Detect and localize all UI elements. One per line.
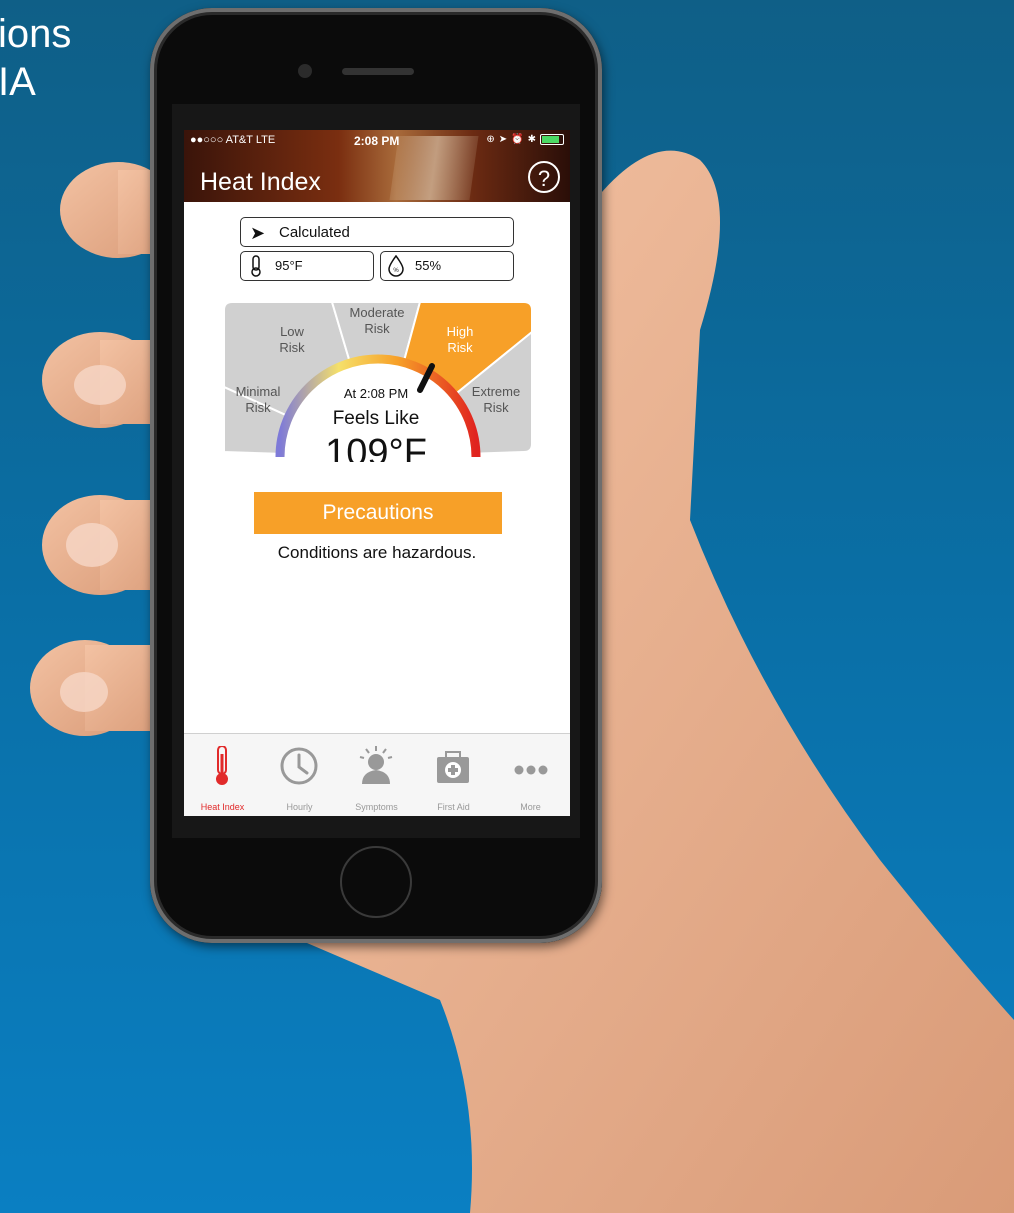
feels-like-label: Feels Like (333, 408, 420, 429)
status-time: 2:08 PM (354, 134, 400, 148)
tab-label-symptoms: Symptoms (355, 802, 398, 812)
segment-label-high-2: Risk (447, 340, 473, 355)
segment-label-extreme-2: Risk (483, 400, 509, 415)
location-lock-icon: ⊕ (486, 134, 495, 145)
location-arrow-icon: ➤ (250, 223, 266, 243)
help-button[interactable]: ? (528, 161, 560, 193)
tab-heat-index[interactable]: Heat Index (184, 734, 261, 816)
humidity-value: 55% (415, 258, 442, 273)
segment-label-moderate-1: Moderate (350, 305, 405, 320)
tab-label-first-aid: First Aid (437, 802, 470, 812)
conditions-text: Conditions are hazardous. (277, 543, 477, 562)
tab-label-heat-index: Heat Index (200, 802, 245, 812)
front-camera (298, 64, 312, 78)
risk-gauge: Minimal Risk Low Risk Moderate Risk High… (224, 302, 532, 462)
segment-label-low-1: Low (280, 324, 304, 339)
thermometer-background-image (389, 136, 479, 200)
clock-icon (280, 747, 318, 785)
app-header: ●●○○○ AT&T LTE 2:08 PM ⊕ ➤ ⏰ ✱ Heat Inde… (184, 130, 570, 202)
tab-hourly[interactable]: Hourly (261, 734, 338, 816)
thermometer-icon (216, 746, 228, 785)
feels-like-value: 109°F (325, 432, 427, 462)
earpiece-speaker (342, 68, 414, 75)
temperature-value: 95°F (275, 258, 303, 273)
tab-more[interactable]: More (492, 734, 569, 816)
battery-icon (540, 134, 564, 145)
gauge-time-label: At 2:08 PM (344, 386, 408, 401)
precautions-button[interactable]: Precautions (254, 492, 502, 534)
page-title: Heat Index (200, 168, 321, 196)
status-carrier: ●●○○○ AT&T LTE (190, 134, 276, 146)
alarm-icon: ⏰ (511, 134, 524, 145)
segment-label-low-2: Risk (279, 340, 305, 355)
thermometer-icon (251, 255, 261, 277)
home-button[interactable] (340, 846, 412, 918)
tab-label-more: More (520, 802, 541, 812)
temperature-field[interactable]: 95°F (240, 251, 374, 281)
tab-symptoms[interactable]: Symptoms (338, 734, 415, 816)
segment-label-moderate-2: Risk (364, 321, 390, 336)
location-arrow-icon: ➤ (498, 134, 508, 145)
humidity-field[interactable]: % 55% (380, 251, 514, 281)
location-selector[interactable]: ➤ Calculated (240, 217, 514, 247)
segment-label-minimal-1: Minimal (236, 384, 281, 399)
humidity-drop-icon: % (388, 255, 404, 277)
more-dots-icon (514, 765, 548, 775)
segment-label-high-1: High (447, 324, 474, 339)
bluetooth-icon: ✱ (527, 134, 536, 145)
location-value: Calculated (279, 224, 350, 241)
tab-bar: Heat Index Hourly Symptoms First Aid Mor… (184, 733, 570, 816)
person-heat-icon (359, 746, 393, 784)
first-aid-kit-icon (437, 751, 469, 783)
tab-label-hourly: Hourly (286, 802, 313, 812)
svg-text:%: % (393, 268, 399, 274)
status-icons: ⊕ ➤ ⏰ ✱ (486, 134, 564, 145)
segment-label-extreme-1: Extreme (472, 384, 520, 399)
app-screen: ●●○○○ AT&T LTE 2:08 PM ⊕ ➤ ⏰ ✱ Heat Inde… (184, 130, 570, 816)
segment-label-minimal-2: Risk (245, 400, 271, 415)
tab-first-aid[interactable]: First Aid (415, 734, 492, 816)
